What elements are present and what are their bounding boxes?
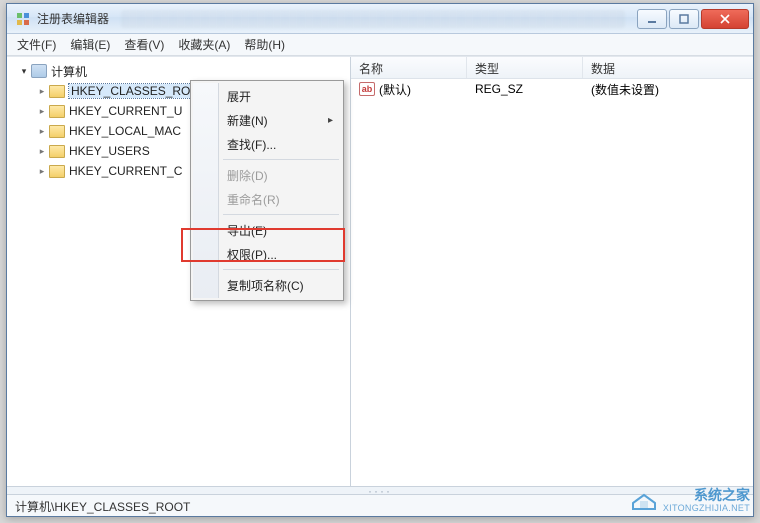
close-button[interactable] (701, 9, 749, 29)
tree-root[interactable]: 计算机 (11, 61, 350, 81)
folder-icon (49, 165, 65, 178)
menu-view[interactable]: 查看(V) (124, 36, 164, 53)
status-path: 计算机\HKEY_CLASSES_ROOT (15, 500, 190, 514)
menu-file[interactable]: 文件(F) (17, 36, 56, 53)
cell-data: (数值未设置) (583, 81, 753, 98)
list-row[interactable]: ab (默认) REG_SZ (数值未设置) (351, 79, 753, 99)
folder-icon (49, 145, 65, 158)
cm-delete: 删除(D) (193, 163, 341, 187)
cell-name: ab (默认) (351, 81, 467, 98)
maximize-button[interactable] (669, 9, 699, 29)
registry-editor-window: 注册表编辑器 文件(F) 编辑(E) 查看(V) 收藏夹(A) 帮助(H) 计算… (6, 3, 754, 517)
cm-copykeyname[interactable]: 复制项名称(C) (193, 273, 341, 297)
window-title: 注册表编辑器 (37, 10, 109, 27)
statusbar: 计算机\HKEY_CLASSES_ROOT (7, 494, 753, 516)
cm-separator (223, 269, 339, 270)
expand-arrow-icon[interactable] (37, 166, 47, 176)
context-menu: 展开 新建(N) 查找(F)... 删除(D) 重命名(R) 导出(E) 权限(… (190, 80, 344, 301)
folder-icon (49, 105, 65, 118)
expand-arrow-icon[interactable] (19, 66, 29, 76)
menu-edit[interactable]: 编辑(E) (70, 36, 110, 53)
list-header: 名称 类型 数据 (351, 57, 753, 79)
cm-find[interactable]: 查找(F)... (193, 132, 341, 156)
app-icon (15, 11, 31, 27)
tree-item-label: HKEY_CLASSES_ROOT (69, 84, 209, 98)
cm-export[interactable]: 导出(E) (193, 218, 341, 242)
content-area: 计算机 HKEY_CLASSES_ROOT HKEY_CURRENT_U HKE… (7, 56, 753, 486)
folder-icon (49, 85, 65, 98)
expand-arrow-icon[interactable] (37, 146, 47, 156)
expand-arrow-icon[interactable] (37, 106, 47, 116)
col-header-data[interactable]: 数据 (583, 57, 753, 78)
cm-rename: 重命名(R) (193, 187, 341, 211)
titlebar: 注册表编辑器 (7, 4, 753, 34)
expand-arrow-icon[interactable] (37, 126, 47, 136)
string-value-icon: ab (359, 82, 375, 96)
list-pane: 名称 类型 数据 ab (默认) REG_SZ (数值未设置) (351, 57, 753, 486)
menubar: 文件(F) 编辑(E) 查看(V) 收藏夹(A) 帮助(H) (7, 34, 753, 56)
tree-root-label: 计算机 (51, 63, 87, 80)
computer-icon (31, 64, 47, 78)
folder-icon (49, 125, 65, 138)
window-buttons (637, 9, 749, 29)
tree-item-label: HKEY_CURRENT_C (69, 164, 182, 178)
splitter-grip[interactable]: ···· (7, 486, 753, 494)
col-header-name[interactable]: 名称 (351, 57, 467, 78)
col-header-type[interactable]: 类型 (467, 57, 583, 78)
tree-item-label: HKEY_LOCAL_MAC (69, 124, 181, 138)
minimize-button[interactable] (637, 9, 667, 29)
cm-separator (223, 214, 339, 215)
cm-new[interactable]: 新建(N) (193, 108, 341, 132)
menu-favorites[interactable]: 收藏夹(A) (178, 36, 230, 53)
tree-item-label: HKEY_USERS (69, 144, 150, 158)
expand-arrow-icon[interactable] (37, 86, 47, 96)
cm-permissions[interactable]: 权限(P)... (193, 242, 341, 266)
cell-type: REG_SZ (467, 82, 583, 96)
menu-help[interactable]: 帮助(H) (244, 36, 285, 53)
value-name: (默认) (379, 81, 411, 98)
cm-separator (223, 159, 339, 160)
titlebar-blur (121, 10, 625, 28)
tree-item-label: HKEY_CURRENT_U (69, 104, 182, 118)
cm-expand[interactable]: 展开 (193, 84, 341, 108)
